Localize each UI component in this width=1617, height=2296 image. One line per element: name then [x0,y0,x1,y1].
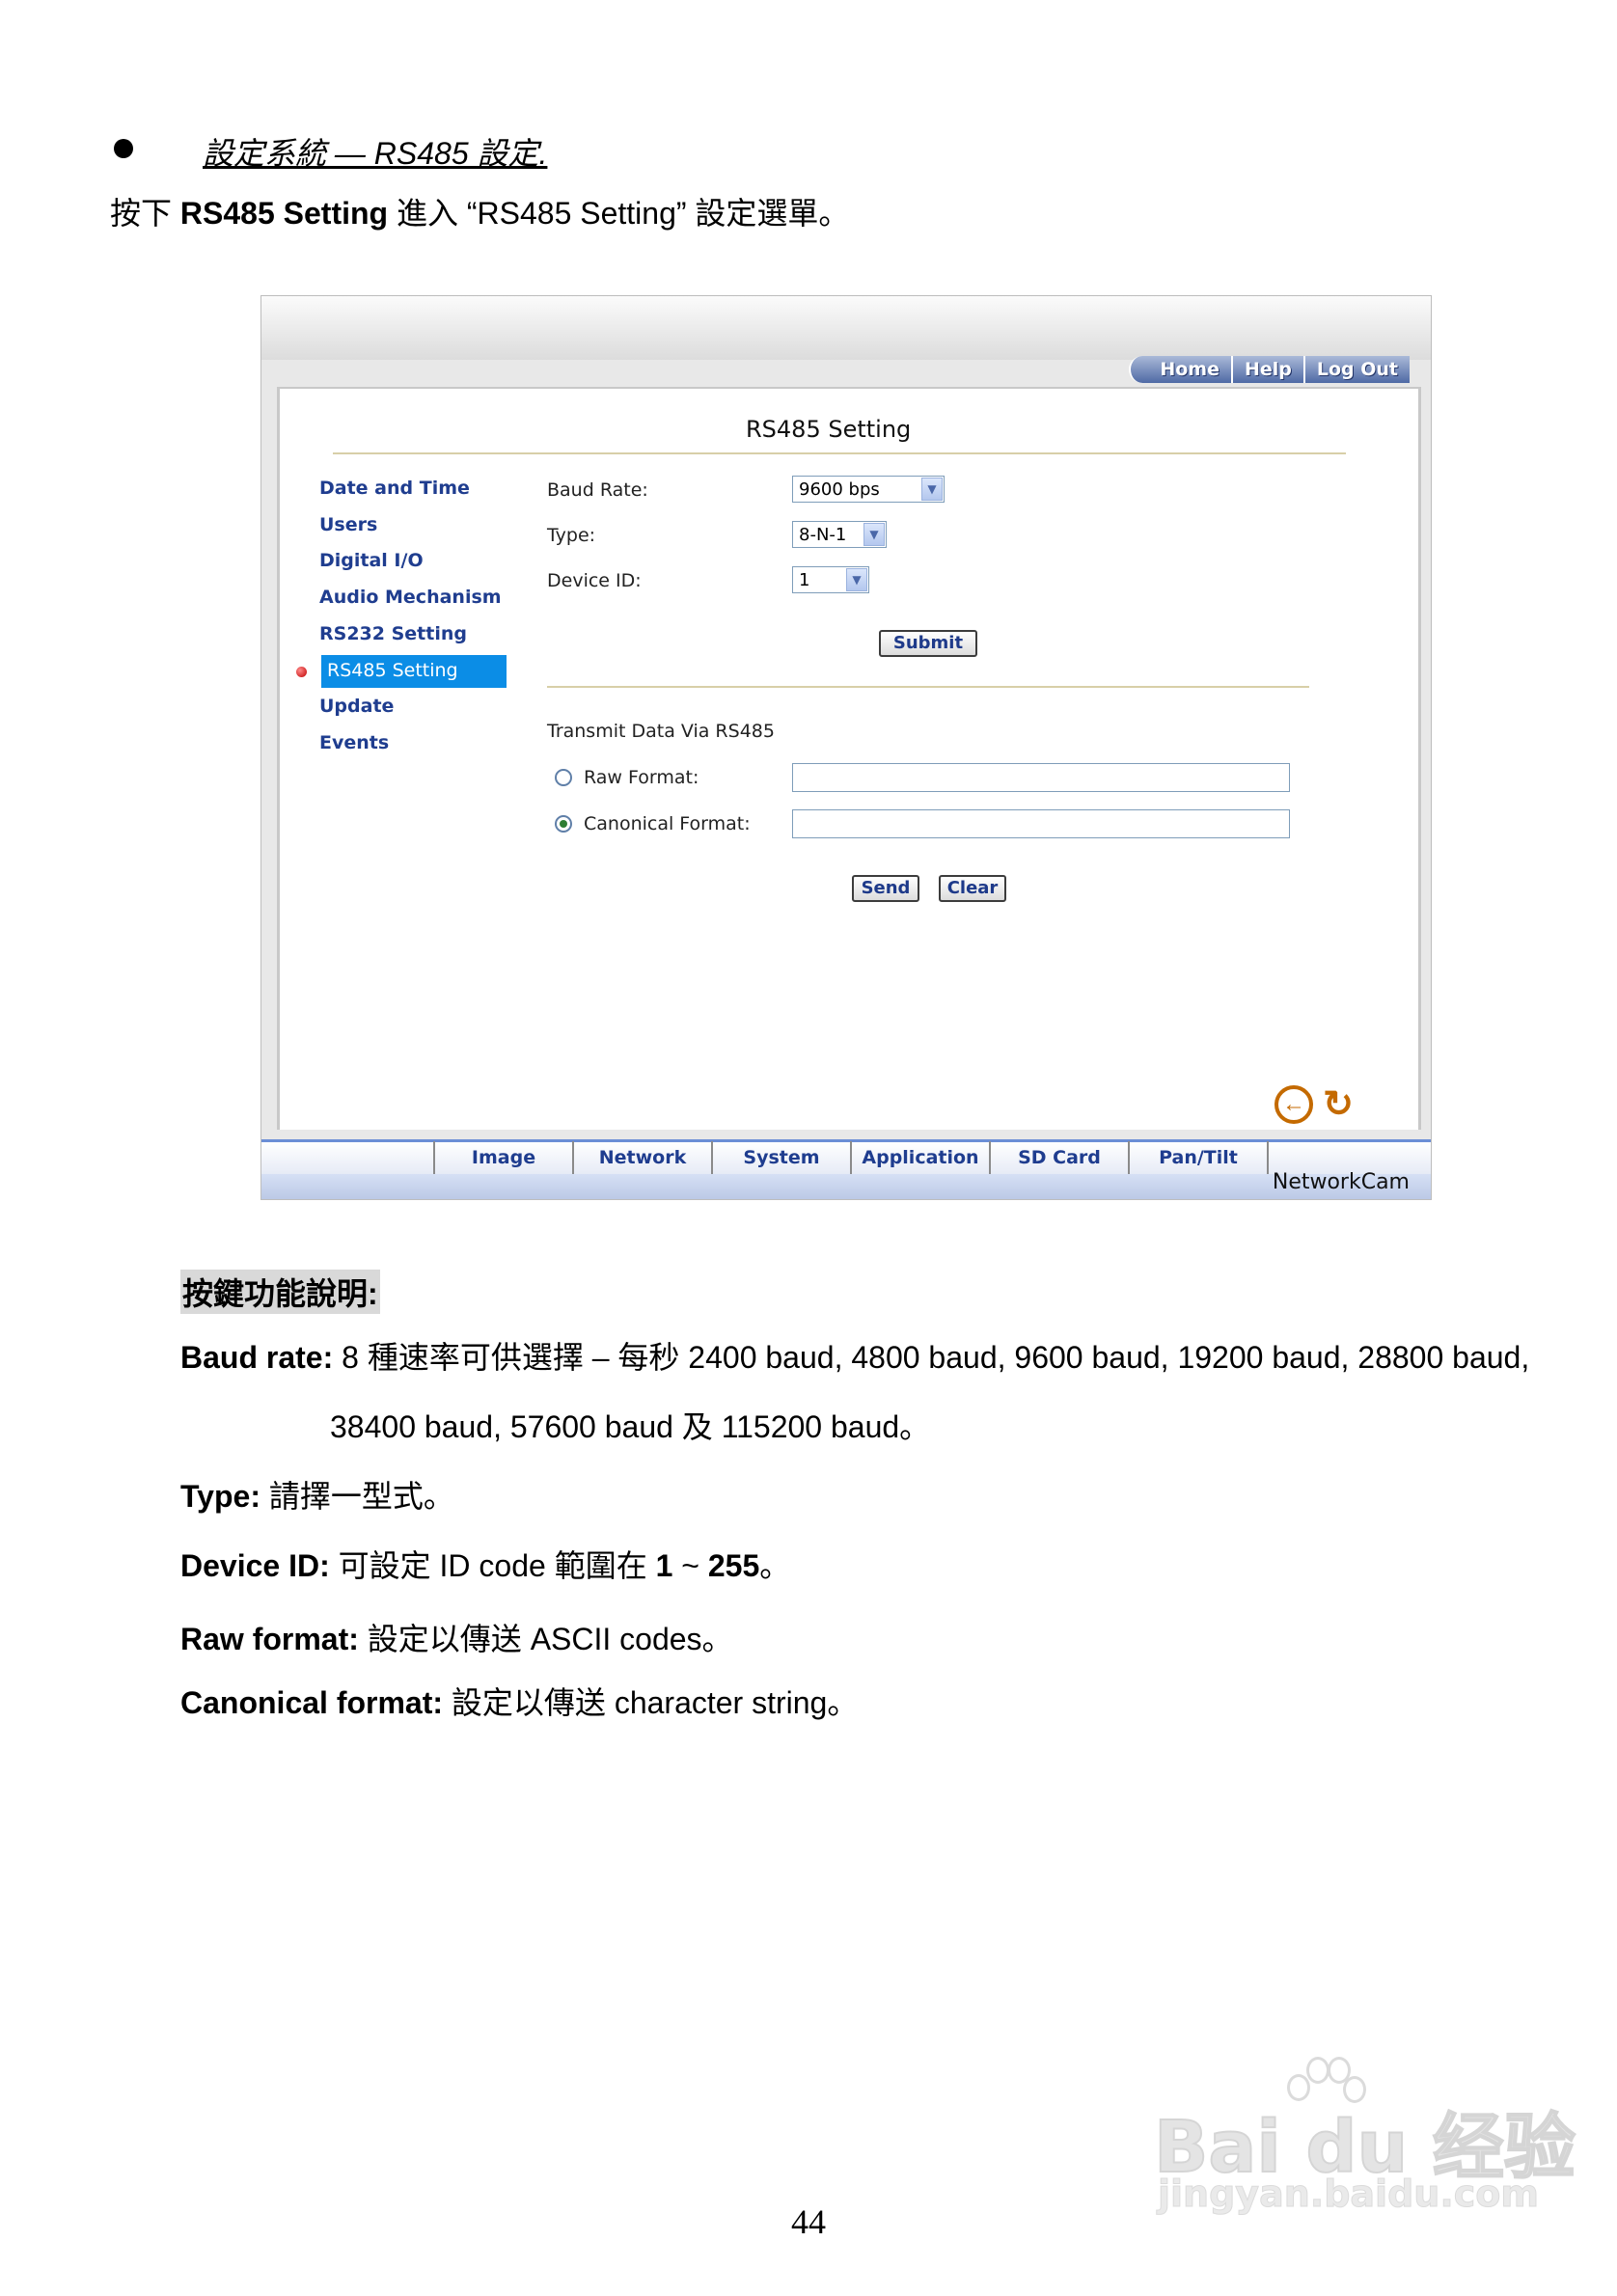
sidebar-item-events[interactable]: Events [319,732,389,753]
sidebar-item-audio[interactable]: Audio Mechanism [319,587,502,608]
active-marker-icon [296,667,307,677]
baud-rate-value: 9600 bps [799,479,880,500]
sidebar-item-rs232[interactable]: RS232 Setting [319,623,467,644]
baidu-watermark: Bai du 经验 jingyan.baidu.com [1144,2055,1576,2219]
raw-format-label: Raw Format: [584,767,699,788]
baud-rate-desc: Baud rate: 8 種速率可供選擇 – 每秒 2400 baud, 480… [180,1340,1530,1375]
device-id-desc: Device ID: 可設定 ID code 範圍在 1 ~ 255。 [180,1548,791,1583]
intro-text: 按下 RS485 Setting 進入 “RS485 Setting” 設定選單… [110,196,850,231]
sidebar-item-update[interactable]: Update [319,696,394,717]
submit-button[interactable]: Submit [879,630,977,657]
help-button[interactable]: Help [1230,356,1303,383]
section-divider [547,686,1309,688]
back-arrow-icon[interactable]: ← [1274,1085,1313,1124]
tab-sd-card[interactable]: SD Card [989,1141,1128,1174]
brand-label: NetworkCam [1272,1170,1410,1194]
type-value: 8-N-1 [799,525,847,545]
sidebar-item-digital-io[interactable]: Digital I/O [319,550,424,571]
device-id-value: 1 [799,570,810,590]
sidebar-item-rs485-active[interactable]: RS485 Setting [321,655,507,688]
sidebar-item-users[interactable]: Users [319,514,377,535]
tab-application[interactable]: Application [850,1141,989,1174]
type-label: Type: [547,525,596,546]
bottom-tabs: Image Network System Application SD Card… [433,1141,1269,1176]
top-nav: Home Help Log Out [1129,356,1410,383]
type-desc: Type: 請擇一型式。 [180,1479,454,1514]
chevron-down-icon: ▼ [846,568,867,591]
baud-rate-select[interactable]: 9600 bps ▼ [792,476,945,503]
device-id-select[interactable]: 1 ▼ [792,566,869,593]
tab-pan-tilt[interactable]: Pan/Tilt [1128,1141,1269,1174]
section-heading: 設定系統 — RS485 設定. [203,136,548,171]
baud-rate-desc-cont: 38400 baud, 57600 baud 及 115200 baud。 [330,1409,931,1444]
clear-button[interactable]: Clear [939,875,1006,902]
chevron-down-icon: ▼ [921,478,943,501]
raw-format-input[interactable] [792,763,1290,792]
type-select[interactable]: 8-N-1 ▼ [792,521,887,548]
description-title: 按鍵功能說明: [180,1270,380,1314]
home-button[interactable]: Home [1129,356,1231,383]
brand-bar [261,1174,1431,1199]
raw-format-radio[interactable] [555,769,572,786]
canonical-format-desc: Canonical format: 設定以傳送 character string… [180,1685,859,1720]
baud-rate-label: Baud Rate: [547,479,648,501]
send-button[interactable]: Send [852,875,919,902]
transmit-title: Transmit Data Via RS485 [547,721,775,742]
tab-image[interactable]: Image [433,1141,572,1174]
bullet-icon [114,139,133,158]
logout-button[interactable]: Log Out [1302,356,1410,383]
header-band [261,296,1431,360]
refresh-icon[interactable]: ↻ [1319,1085,1357,1124]
canonical-format-radio[interactable] [555,815,572,833]
tab-system[interactable]: System [711,1141,850,1174]
canonical-format-input[interactable] [792,809,1290,838]
watermark-url: jingyan.baidu.com [1158,2173,1540,2216]
panel-title: RS485 Setting [746,416,912,443]
title-divider [333,452,1346,454]
raw-format-desc: Raw format: 設定以傳送 ASCII codes。 [180,1622,733,1656]
rs485-screenshot: Home Help Log Out RS485 Setting RS485 Se… [260,295,1432,1200]
canonical-format-label: Canonical Format: [584,813,751,834]
tab-network[interactable]: Network [572,1141,711,1174]
device-id-label: Device ID: [547,570,642,591]
sidebar-item-date-time[interactable]: Date and Time [319,478,470,499]
chevron-down-icon: ▼ [863,523,885,546]
